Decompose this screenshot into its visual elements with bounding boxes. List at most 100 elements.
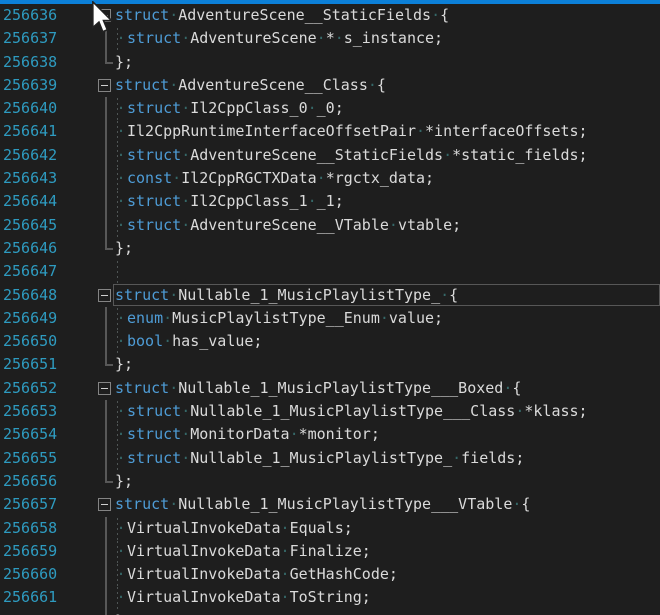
keyword-token: struct: [127, 99, 181, 117]
code-text[interactable]: struct·Nullable_1_MusicPlaylistType_·{: [115, 284, 458, 307]
keyword-token: bool: [127, 332, 163, 350]
keyword-token: const: [127, 169, 172, 187]
fold-collapse-button[interactable]: [98, 79, 111, 92]
code-text[interactable]: ·VirtualInvokeData·ToString;: [115, 586, 371, 609]
fold-collapse-button[interactable]: [98, 382, 111, 395]
code-text[interactable]: };: [115, 470, 133, 493]
line-number[interactable]: 256660: [3, 563, 57, 586]
line-number[interactable]: 256647: [3, 260, 57, 283]
identifier-token: MonitorData: [190, 425, 289, 443]
identifier-token: *: [326, 29, 335, 47]
keyword-token: struct: [127, 402, 181, 420]
code-line: 256638};: [0, 51, 660, 74]
identifier-token: *monitor;: [299, 425, 380, 443]
line-number[interactable]: 256637: [3, 27, 57, 50]
line-number[interactable]: 256655: [3, 447, 57, 470]
keyword-token: struct: [127, 29, 181, 47]
identifier-token: Il2CppRGCTXData: [181, 169, 316, 187]
code-text[interactable]: ·VirtualInvokeData·Equals;: [115, 517, 353, 540]
code-line: 256637 ·struct·AdventureScene·*·s_instanc…: [0, 27, 660, 50]
code-text[interactable]: ·struct·AdventureScene__StaticFields·*st…: [115, 144, 588, 167]
identifier-token: GetHashCode;: [290, 565, 398, 583]
code-line: 256644 ·struct·Il2CppClass_1·_1;: [0, 190, 660, 213]
fold-collapse-button[interactable]: [98, 289, 111, 302]
code-line: 256660·VirtualInvokeData·GetHashCode;: [0, 563, 660, 586]
line-number[interactable]: 256646: [3, 237, 57, 260]
fold-guide-line: [105, 214, 107, 237]
fold-collapse-button[interactable]: [98, 9, 111, 22]
whitespace-dot: ·: [115, 97, 127, 120]
identifier-token: AdventureScene__VTable: [190, 216, 389, 234]
code-text[interactable]: ·struct·AdventureScene__VTable·vtable;: [115, 214, 461, 237]
line-number[interactable]: 256645: [3, 214, 57, 237]
whitespace-dot: ·: [115, 563, 127, 586]
whitespace-dot: ·: [443, 146, 452, 164]
code-text[interactable]: ·enum·MusicPlaylistType__Enum·value;: [115, 307, 443, 330]
fold-guide-line: [105, 97, 107, 120]
code-line: 256652 struct·Nullable_1_MusicPlaylistTyp…: [0, 377, 660, 400]
code-text[interactable]: struct·AdventureScene__StaticFields·{: [115, 4, 449, 27]
code-text[interactable]: ·struct·Il2CppClass_0·_0;: [115, 97, 344, 120]
minus-icon: [101, 388, 108, 389]
line-number[interactable]: 256643: [3, 167, 57, 190]
code-text[interactable]: ·VirtualInvokeData·GetHashCode;: [115, 563, 398, 586]
line-number[interactable]: 256642: [3, 144, 57, 167]
code-text[interactable]: };: [115, 237, 133, 260]
line-number[interactable]: 256644: [3, 190, 57, 213]
code-area[interactable]: 256636 struct·AdventureScene__StaticField…: [0, 4, 660, 615]
whitespace-dot: ·: [290, 425, 299, 443]
line-number[interactable]: 256636: [3, 4, 57, 27]
line-number[interactable]: 256649: [3, 307, 57, 330]
identifier-token: };: [115, 472, 133, 490]
minus-icon: [101, 504, 108, 505]
code-line: 256655 ·struct·Nullable_1_MusicPlaylistTy…: [0, 447, 660, 470]
code-text[interactable]: };: [115, 51, 133, 74]
line-number[interactable]: 256662: [3, 610, 57, 615]
line-number[interactable]: 256656: [3, 470, 57, 493]
line-number[interactable]: 256641: [3, 120, 57, 143]
code-text[interactable]: ·struct·AdventureScene·*·s_instance;: [115, 27, 443, 50]
line-number[interactable]: 256638: [3, 51, 57, 74]
code-text[interactable]: ·const·Il2CppRGCTXData·*rgctx_data;: [115, 167, 434, 190]
line-number[interactable]: 256652: [3, 377, 57, 400]
line-number[interactable]: 256653: [3, 400, 57, 423]
code-text[interactable]: ·struct·Nullable_1_MusicPlaylistType_·fi…: [115, 447, 524, 470]
minus-icon: [101, 85, 108, 86]
line-number[interactable]: 256639: [3, 74, 57, 97]
whitespace-dot: ·: [368, 76, 377, 94]
code-text[interactable]: ·struct·Il2CppClass_1·_1;: [115, 190, 344, 213]
code-text[interactable]: ·struct·MonitorData·*monitor;: [115, 423, 380, 446]
line-number[interactable]: 256640: [3, 97, 57, 120]
line-number[interactable]: 256661: [3, 586, 57, 609]
code-line: 256648 struct·Nullable_1_MusicPlaylistTyp…: [0, 284, 660, 307]
line-number[interactable]: 256651: [3, 353, 57, 376]
code-line: 256651};: [0, 353, 660, 376]
whitespace-dot: ·: [115, 120, 127, 143]
line-number[interactable]: 256658: [3, 517, 57, 540]
code-text[interactable]: struct·Nullable_1_MusicPlaylistType___VT…: [115, 493, 530, 516]
code-text[interactable]: ·bool·has_value;: [115, 330, 262, 353]
line-number[interactable]: 256648: [3, 284, 57, 307]
fold-collapse-button[interactable]: [98, 498, 111, 511]
line-number[interactable]: 256650: [3, 330, 57, 353]
fold-guide-corner: [105, 481, 113, 483]
code-line: 256654 ·struct·MonitorData·*monitor;: [0, 423, 660, 446]
code-text[interactable]: };: [115, 610, 133, 615]
identifier-token: *klass;: [524, 402, 587, 420]
indent-guide: [117, 261, 118, 283]
identifier-token: Nullable_1_MusicPlaylistType_: [190, 449, 452, 467]
identifier-token: fields;: [461, 449, 524, 467]
fold-guide-line: [105, 144, 107, 167]
fold-guide-line: [105, 307, 107, 330]
code-text[interactable]: };: [115, 353, 133, 376]
identifier-token: Equals;: [290, 519, 353, 537]
line-number[interactable]: 256654: [3, 423, 57, 446]
code-text[interactable]: ·struct·Nullable_1_MusicPlaylistType___C…: [115, 400, 588, 423]
line-number[interactable]: 256657: [3, 493, 57, 516]
code-text[interactable]: ·Il2CppRuntimeInterfaceOffsetPair·*inter…: [115, 120, 588, 143]
code-text[interactable]: struct·AdventureScene__Class·{: [115, 74, 386, 97]
code-text[interactable]: struct·Nullable_1_MusicPlaylistType___Bo…: [115, 377, 521, 400]
identifier-token: *interfaceOffsets;: [425, 122, 588, 140]
line-number[interactable]: 256659: [3, 540, 57, 563]
code-text[interactable]: ·VirtualInvokeData·Finalize;: [115, 540, 371, 563]
